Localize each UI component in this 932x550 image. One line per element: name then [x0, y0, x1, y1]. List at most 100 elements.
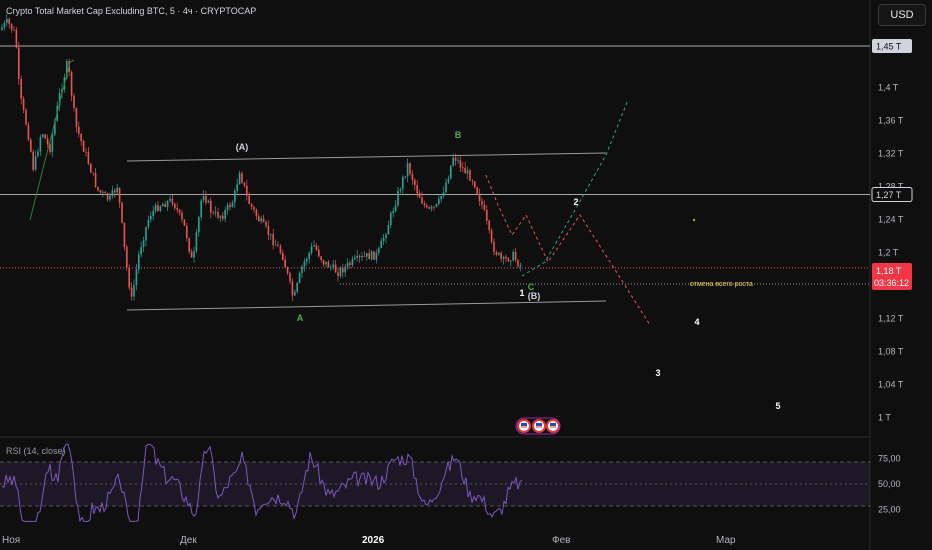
projection-up-path — [521, 99, 629, 277]
chart[interactable]: (A)BAC(B)12345отмена всего роста 75,0050… — [0, 0, 932, 550]
candle-body-201 — [483, 204, 486, 210]
candle-body-62 — [150, 216, 152, 220]
candle-body-45 — [109, 195, 111, 200]
wave-label-7: 3 — [655, 368, 660, 378]
wave-labels: (A)BAC(B)12345отмена всего роста — [236, 130, 781, 411]
wave-label-5: 1 — [519, 288, 524, 298]
candle-body-65 — [157, 204, 159, 212]
price-tick-label: 1,36 T — [878, 115, 904, 125]
price-tick-label: 1 T — [878, 412, 891, 422]
candle-body-161 — [387, 224, 390, 235]
candle-body-118 — [284, 259, 286, 268]
candle-body-141 — [339, 267, 342, 276]
candle-body-2 — [6, 19, 8, 23]
candle-body-75 — [181, 212, 183, 220]
candle-body-156 — [375, 252, 378, 260]
candle-body-138 — [332, 264, 334, 268]
rsi-pane: 75,00 50,00 25,00 — [0, 443, 901, 523]
candle-body-40 — [97, 186, 99, 191]
event-icons — [515, 417, 561, 435]
candle-body-19 — [46, 138, 49, 145]
channel-top-line — [126, 152, 607, 162]
candle-body-205 — [493, 241, 495, 253]
candle-body-31 — [75, 107, 78, 127]
trend-lines — [0, 45, 870, 311]
candle-body-108 — [260, 218, 262, 222]
candle-body-169 — [406, 163, 409, 177]
candle-body-113 — [272, 233, 274, 246]
candle-body-69 — [166, 200, 169, 207]
candle-body-44 — [106, 193, 109, 200]
time-label: Ноя — [2, 535, 20, 546]
candle-body-129 — [310, 246, 313, 253]
wave-label-2: A — [297, 313, 304, 323]
candle-body-152 — [366, 253, 368, 257]
wave-label-8: 4 — [694, 317, 699, 327]
candle-body-97 — [234, 190, 236, 203]
candles — [1, 13, 522, 302]
candle-body-100 — [241, 173, 243, 183]
candle-body-14 — [34, 156, 37, 170]
candle-body-202 — [486, 209, 488, 221]
candle-body-139 — [334, 264, 337, 273]
flag-stripe-icon — [550, 426, 556, 428]
candle-body-41 — [99, 190, 102, 193]
candle-body-189 — [454, 157, 457, 161]
candle-body-155 — [373, 251, 375, 260]
candle-body-95 — [229, 204, 231, 208]
candle-body-208 — [500, 252, 502, 259]
price-tick-label: 1,12 T — [878, 313, 904, 323]
candle-body-146 — [351, 259, 354, 266]
candle-body-48 — [116, 187, 118, 193]
candle-body-185 — [445, 182, 447, 193]
time-label: Мар — [716, 535, 736, 546]
candle-body-72 — [174, 203, 176, 209]
rsi-tick-label: 75,00 — [878, 454, 901, 464]
candle-body-49 — [118, 187, 121, 203]
candle-body-104 — [250, 203, 253, 207]
candle-body-140 — [337, 272, 339, 276]
candle-body-120 — [289, 273, 291, 282]
candle-body-127 — [306, 258, 308, 262]
candle-body-9 — [22, 98, 25, 110]
candle-body-133 — [320, 256, 322, 260]
candle-body-186 — [447, 178, 450, 183]
candle-body-10 — [25, 109, 27, 125]
candle-body-136 — [327, 261, 330, 268]
candle-body-125 — [301, 266, 303, 274]
candle-body-143 — [344, 266, 346, 273]
candle-body-204 — [490, 230, 493, 242]
candle-body-98 — [236, 184, 238, 191]
candle-body-126 — [303, 261, 306, 267]
candle-body-135 — [325, 261, 327, 265]
candle-body-132 — [318, 249, 320, 257]
candle-body-211 — [507, 258, 510, 262]
candle-body-55 — [133, 284, 135, 297]
candle-body-76 — [183, 219, 186, 226]
candle-body-124 — [298, 273, 301, 283]
candle-body-111 — [267, 226, 270, 235]
candle-body-16 — [39, 136, 42, 152]
candle-body-5 — [13, 29, 15, 31]
candle-body-148 — [356, 255, 358, 258]
candle-body-99 — [238, 173, 241, 185]
candle-body-87 — [210, 200, 212, 213]
candle-body-107 — [258, 216, 260, 222]
flag-stripe-icon — [536, 426, 542, 428]
candle-body-128 — [308, 252, 310, 259]
candle-body-47 — [114, 190, 116, 193]
candle-body-192 — [462, 167, 464, 169]
candle-body-153 — [368, 253, 370, 260]
candle-body-207 — [498, 252, 500, 255]
countdown-badge: 03:36:12 — [874, 278, 909, 288]
candle-body-112 — [270, 233, 272, 235]
candle-body-60 — [145, 227, 147, 241]
currency-button[interactable]: USD — [878, 4, 926, 26]
candle-body-117 — [282, 252, 284, 260]
candle-body-191 — [459, 160, 462, 168]
candle-body-172 — [414, 179, 416, 185]
price-badge: 1,18 T — [876, 266, 902, 276]
candle-body-105 — [253, 206, 255, 210]
candle-body-206 — [495, 252, 498, 255]
candle-body-51 — [123, 222, 126, 247]
